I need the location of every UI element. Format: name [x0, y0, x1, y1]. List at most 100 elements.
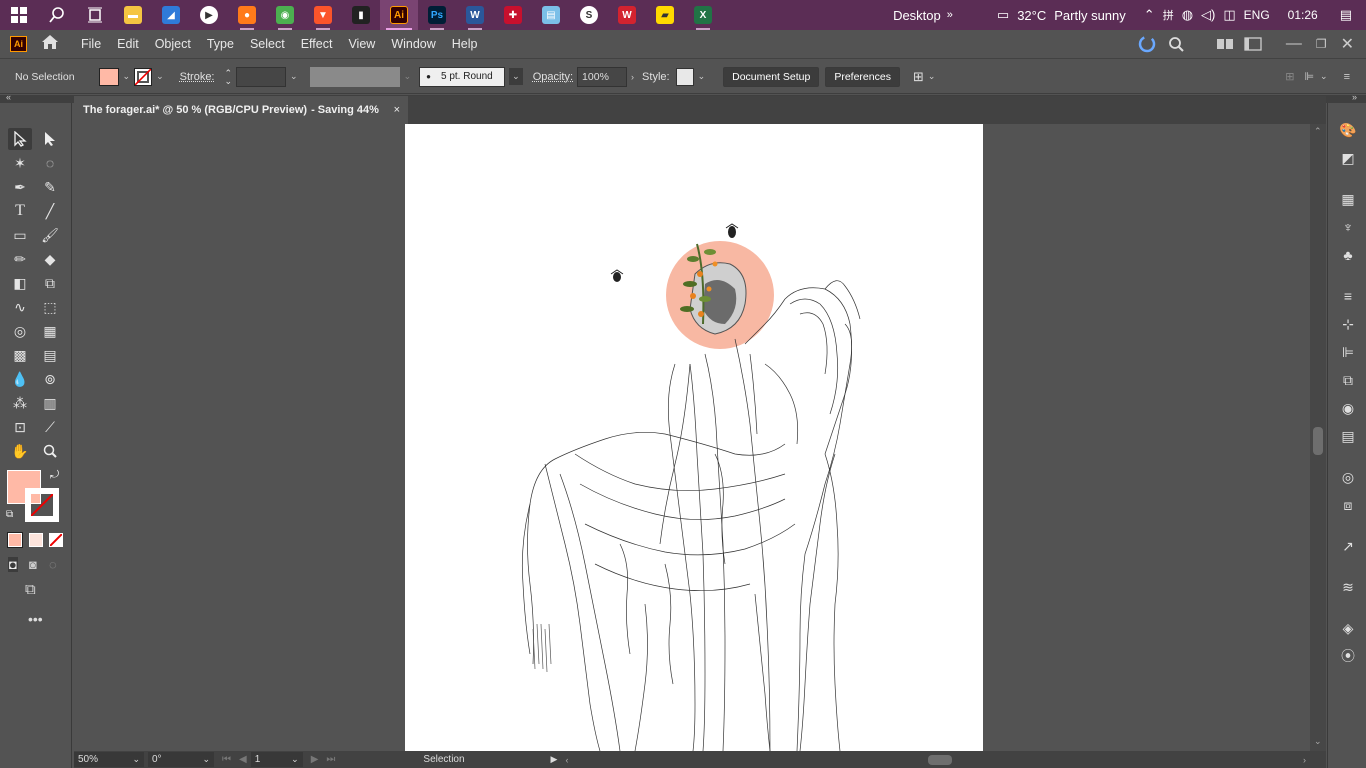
chevron-down-icon[interactable]: ⌄ — [509, 68, 523, 85]
chevron-down-icon[interactable]: ⌄ — [404, 71, 412, 82]
draw-inside-icon[interactable]: ◌ — [49, 557, 57, 572]
gradient-mode-button[interactable] — [29, 533, 43, 547]
taskbar-app-wps[interactable]: W — [608, 0, 646, 30]
document-tab[interactable]: The forager.ai* @ 50 % (RGB/CPU Preview)… — [74, 96, 408, 124]
notifications-icon[interactable]: ▤ — [1340, 7, 1352, 23]
taskbar-app-app-bars[interactable]: ▮ — [342, 0, 380, 30]
taskbar-app-illustrator[interactable]: Ai — [380, 0, 418, 30]
arrange-icon[interactable]: ⊞ — [913, 69, 924, 85]
variable-width-profile[interactable] — [309, 66, 400, 87]
properties-icon[interactable]: ≋ — [1338, 577, 1358, 597]
none-mode-button[interactable] — [49, 533, 63, 547]
close-tab-icon[interactable]: × — [394, 104, 400, 116]
restore-button[interactable]: ❐ — [1316, 37, 1327, 51]
lasso-tool[interactable]: ◌ — [38, 152, 62, 174]
taskbar-app-file-explorer[interactable]: ▬ — [114, 0, 152, 30]
align-panel-icon[interactable]: ⊫ — [1338, 342, 1358, 362]
scroll-up-icon[interactable]: ⌃ — [1314, 126, 1322, 137]
menu-select[interactable]: Select — [242, 37, 293, 51]
menu-edit[interactable]: Edit — [109, 37, 147, 51]
scale-tool[interactable]: ⧉ — [38, 272, 62, 294]
taskbar-app-photoshop[interactable]: Ps — [418, 0, 456, 30]
mesh-tool[interactable]: ▩ — [8, 344, 32, 366]
weather-desc[interactable]: Partly sunny — [1054, 8, 1126, 23]
stroke-panel-icon[interactable]: ≡ — [1338, 286, 1358, 306]
taskbar-app-notepad[interactable]: ▤ — [532, 0, 570, 30]
rotation-field[interactable]: 0° ⌄ — [148, 752, 214, 767]
brush-definition[interactable]: ● 5 pt. Round — [419, 66, 506, 87]
swap-fill-stroke-icon[interactable]: ⤾ — [50, 469, 59, 482]
chevron-double-right-icon[interactable]: » — [947, 9, 953, 21]
scroll-down-icon[interactable]: ⌄ — [1314, 736, 1322, 747]
symbol-sprayer-tool[interactable]: ⁂ — [8, 392, 32, 414]
menu-window[interactable]: Window — [383, 37, 443, 51]
workspace-icon[interactable] — [1244, 37, 1262, 51]
arrange-documents-icon[interactable] — [1216, 37, 1234, 51]
vertical-scrollbar[interactable]: ⌃ ⌄ — [1310, 124, 1326, 751]
scrollbar-thumb[interactable] — [1313, 427, 1323, 455]
blend-tool[interactable]: ⊚ — [38, 368, 62, 390]
swatches-icon[interactable]: ▦ — [1338, 189, 1358, 209]
taskbar-app-firefox[interactable]: ● — [228, 0, 266, 30]
selection-tool[interactable] — [8, 128, 32, 150]
curvature-tool[interactable]: ✎ — [38, 176, 62, 198]
pen-tool[interactable]: ✒ — [8, 176, 32, 198]
chevron-down-icon[interactable]: ⌄ — [202, 754, 210, 765]
artboard-tool[interactable]: ⊡ — [8, 416, 32, 438]
pencil-tool[interactable]: ✏ — [8, 248, 32, 270]
home-icon[interactable] — [41, 34, 59, 55]
fill-swatch[interactable] — [98, 67, 119, 86]
symbols-icon[interactable]: ♣ — [1338, 245, 1358, 265]
shape-builder-tool[interactable]: ◎ — [8, 320, 32, 342]
warp-tool[interactable]: ∿ — [8, 296, 32, 318]
stroke-stepper[interactable]: ⌃ ⌄ — [225, 68, 233, 85]
taskbar-app-word[interactable]: W — [456, 0, 494, 30]
chevron-down-icon[interactable]: ⌄ — [123, 71, 131, 82]
color-panel-icon[interactable]: 🎨 — [1338, 120, 1358, 140]
distribute-icon[interactable]: ⊫ — [1304, 70, 1314, 83]
chevron-down-icon[interactable]: ⌄ — [928, 71, 936, 82]
chevron-down-icon[interactable]: ⌄ — [698, 71, 706, 82]
column-graph-tool[interactable]: ▥ — [38, 392, 62, 414]
style-swatch[interactable] — [675, 67, 694, 86]
more-tools-icon[interactable]: ••• — [28, 611, 43, 627]
network-icon[interactable]: ◍ — [1182, 7, 1193, 23]
zoom-level-field[interactable]: 50% ⌄ — [74, 752, 144, 767]
rectangle-tool[interactable]: ▭ — [8, 224, 32, 246]
artboard[interactable] — [405, 124, 983, 751]
volume-icon[interactable]: ◁) — [1201, 7, 1215, 23]
color-mode-button[interactable] — [7, 532, 23, 548]
align-icon[interactable]: ⊞ — [1285, 70, 1294, 83]
menu-effect[interactable]: Effect — [293, 37, 341, 51]
chevron-down-icon[interactable]: ⌄ — [132, 754, 140, 765]
search-button[interactable] — [38, 0, 76, 30]
draw-behind-icon[interactable]: ◙ — [29, 557, 37, 572]
pathfinder-icon[interactable]: ⧉ — [1338, 370, 1358, 390]
direct-selection-tool[interactable] — [38, 128, 62, 150]
taskbar-app-photos[interactable]: ◢ — [152, 0, 190, 30]
canvas-area[interactable] — [74, 124, 1310, 751]
gradient-tool[interactable]: ▤ — [38, 344, 62, 366]
menu-file[interactable]: File — [73, 37, 109, 51]
desktop-label[interactable]: Desktop — [893, 8, 941, 23]
slice-tool[interactable]: ⟋ — [38, 416, 62, 438]
line-tool[interactable]: ╱ — [38, 200, 62, 222]
document-setup-button[interactable]: Document Setup — [723, 66, 820, 87]
language-indicator[interactable]: ENG — [1244, 8, 1270, 22]
export-icon[interactable]: ↗ — [1338, 536, 1358, 556]
hand-tool[interactable]: ✋ — [8, 440, 32, 462]
panel-menu-icon[interactable]: ≡ — [1344, 71, 1350, 83]
last-artboard-icon[interactable]: ⏭ — [326, 754, 335, 765]
chevron-right-icon[interactable]: › — [631, 72, 634, 82]
magic-wand-tool[interactable]: ✶ — [8, 152, 32, 174]
sync-icon[interactable] — [1138, 35, 1156, 53]
close-button[interactable]: ✕ — [1341, 34, 1354, 54]
stroke-color-box[interactable] — [25, 488, 59, 522]
ime-icon[interactable]: 拼 — [1163, 7, 1174, 23]
preferences-button[interactable]: Preferences — [825, 66, 900, 87]
type-tool[interactable]: T — [8, 200, 32, 222]
zoom-tool[interactable] — [38, 440, 62, 462]
chevron-down-icon[interactable]: ⌄ — [291, 754, 299, 765]
draw-normal-icon[interactable]: ◘ — [8, 557, 18, 572]
collapse-left-icon[interactable]: « — [6, 92, 11, 102]
